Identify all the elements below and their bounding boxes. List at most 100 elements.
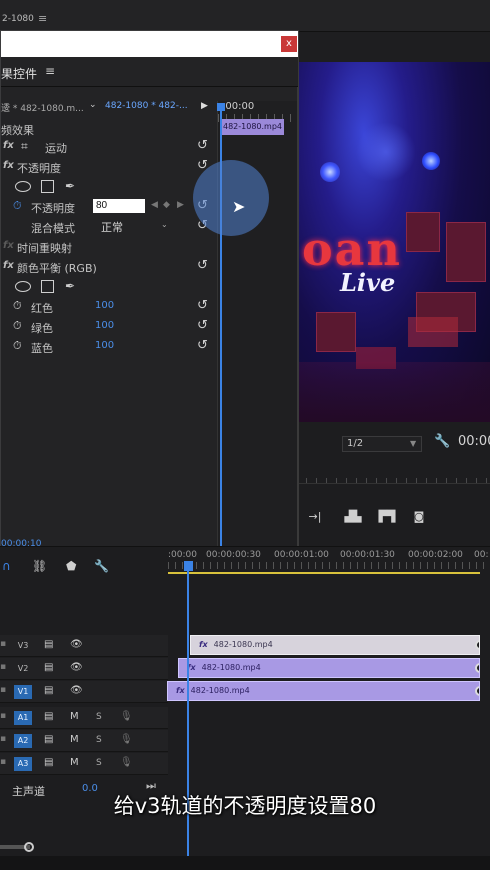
timeline-ruler[interactable]: :00:00 00:00:00:30 00:00:01:00 00:00:01:… [168, 547, 490, 569]
sync-lock-icon[interactable]: ▤ [44, 711, 53, 722]
fx-icon[interactable]: fx [3, 240, 14, 251]
effect-row-color-balance[interactable]: fx 颜色平衡 (RGB) ↺ [1, 257, 216, 277]
ellipse-mask-icon[interactable] [15, 181, 31, 192]
wrench-icon[interactable]: 🔧 [94, 559, 109, 573]
reset-icon[interactable]: ↺ [197, 338, 208, 353]
ec-clip-bar[interactable]: 482-1080.mp4 [220, 119, 284, 135]
ec-playhead-handle[interactable] [217, 103, 225, 111]
microphone-icon[interactable]: 🎙 [120, 757, 133, 768]
clip-label[interactable]: 482-1080 * 482-... [105, 101, 188, 111]
track-label[interactable]: A3 [14, 757, 32, 771]
lock-icon[interactable]: ▪ [0, 662, 6, 672]
red-value[interactable]: 100 [95, 300, 114, 311]
clip-v2[interactable]: fx 482-1080.mp4 [178, 658, 480, 678]
stopwatch-icon[interactable]: ⏱ [13, 339, 22, 353]
stage-floor [296, 362, 490, 422]
clip-end-handle[interactable] [475, 663, 479, 673]
add-marker-icon[interactable]: ⬟ [66, 559, 76, 573]
fx-icon[interactable]: fx [3, 160, 14, 171]
mute-button[interactable]: M [70, 757, 79, 768]
clip-v1[interactable]: fx 482-1080.mp4 [167, 681, 480, 701]
sync-lock-icon[interactable]: ▤ [44, 734, 53, 745]
stopwatch-icon[interactable]: ⏱ [13, 199, 22, 213]
wrench-icon[interactable]: 🔧 [434, 434, 450, 449]
microphone-icon[interactable]: 🎙 [120, 734, 133, 745]
blue-value[interactable]: 100 [95, 340, 114, 351]
mute-button[interactable]: M [70, 734, 79, 745]
snap-icon[interactable]: ∩ [2, 559, 11, 573]
rectangle-mask-icon[interactable] [41, 280, 54, 293]
ellipse-mask-icon[interactable] [15, 281, 31, 292]
lock-icon[interactable]: ▪ [0, 734, 6, 744]
stopwatch-icon[interactable]: ⏱ [13, 319, 22, 333]
step-forward-icon[interactable]: →| [306, 510, 324, 524]
clip-v3[interactable]: fx 482-1080.mp4 [190, 635, 480, 655]
lock-icon[interactable]: ▪ [0, 711, 6, 721]
prev-keyframe-icon[interactable]: ◀ [151, 200, 158, 210]
track-label[interactable]: A1 [14, 711, 32, 725]
rectangle-mask-icon[interactable] [41, 180, 54, 193]
track-label[interactable]: V2 [14, 662, 32, 676]
lock-icon[interactable]: ▪ [0, 639, 6, 649]
work-area-bar[interactable] [168, 572, 480, 574]
add-keyframe-icon[interactable]: ◆ [163, 200, 170, 210]
sync-lock-icon[interactable]: ▤ [44, 685, 53, 696]
next-keyframe-icon[interactable]: ▶ [177, 200, 184, 210]
solo-button[interactable]: S [96, 735, 102, 745]
solo-button[interactable]: S [96, 712, 102, 722]
scroll-knob[interactable] [24, 842, 34, 852]
lift-icon[interactable]: ▟▙ [344, 510, 362, 524]
linked-selection-icon[interactable]: ⛓ [32, 559, 47, 573]
close-button[interactable]: x [281, 36, 297, 52]
panel-menu-icon[interactable]: ≡ [45, 64, 55, 78]
window-titlebar[interactable] [1, 31, 298, 57]
program-mini-ruler[interactable] [296, 470, 490, 484]
reset-icon[interactable]: ↺ [197, 138, 208, 153]
sync-lock-icon[interactable]: ▤ [44, 757, 53, 768]
source-label[interactable]: 逶 * 482-1080.m... [1, 101, 84, 114]
eye-icon[interactable]: 👁 [70, 639, 83, 650]
sync-lock-icon[interactable]: ▤ [44, 639, 53, 650]
program-timecode[interactable]: 00:00 [458, 434, 490, 449]
pen-mask-icon[interactable]: ✒ [65, 179, 75, 193]
fx-icon[interactable]: fx [3, 260, 14, 271]
fx-icon[interactable]: fx [3, 140, 14, 151]
extract-icon[interactable]: ▛▜ [378, 510, 396, 524]
stopwatch-icon[interactable]: ⏱ [13, 299, 22, 313]
sync-lock-icon[interactable]: ▤ [44, 662, 53, 673]
reset-icon[interactable]: ↺ [197, 258, 208, 273]
effect-row-motion[interactable]: fx ⌗ 运动 ↺ [1, 137, 216, 157]
chevron-down-icon[interactable]: ▼ [410, 436, 416, 452]
timeline-playhead[interactable] [187, 561, 189, 870]
green-value[interactable]: 100 [95, 320, 114, 331]
solo-button[interactable]: S [96, 758, 102, 768]
timeline-scrollbar[interactable] [0, 842, 490, 852]
eye-icon[interactable]: 👁 [70, 685, 83, 696]
track-label[interactable]: A2 [14, 734, 32, 748]
effect-row-time-remap[interactable]: fx 时间重映射 [1, 237, 216, 257]
track-label[interactable]: V3 [14, 639, 32, 653]
reset-icon[interactable]: ↺ [197, 318, 208, 333]
clip-end-handle[interactable] [475, 686, 479, 696]
ruler-label: :00:00 [168, 550, 197, 560]
timeline-playhead-handle[interactable] [184, 561, 193, 571]
tab-menu-icon[interactable]: ≡ [38, 12, 47, 25]
chevron-down-icon[interactable]: ⌄ [161, 220, 168, 229]
panel-title[interactable]: 果控件 [1, 65, 37, 82]
pen-mask-icon[interactable]: ✒ [65, 279, 75, 293]
lock-icon[interactable]: ▪ [0, 757, 6, 767]
eye-icon[interactable]: 👁 [70, 662, 83, 673]
opacity-value-input[interactable] [93, 199, 145, 213]
track-label[interactable]: V1 [14, 685, 32, 699]
sequence-tab-title[interactable]: 2-1080 [2, 14, 34, 24]
reset-icon[interactable]: ↺ [197, 298, 208, 313]
lock-icon[interactable]: ▪ [0, 685, 6, 695]
mute-button[interactable]: M [70, 711, 79, 722]
transform-icon[interactable]: ⌗ [21, 139, 28, 154]
play-icon[interactable]: ▶ [201, 101, 208, 111]
microphone-icon[interactable]: 🎙 [120, 711, 133, 722]
clip-end-handle[interactable] [475, 640, 479, 650]
effect-row-opacity[interactable]: fx 不透明度 ↺ [1, 157, 216, 177]
camera-icon[interactable]: ◙ [410, 510, 428, 524]
chevron-down-icon[interactable]: ⌄ [89, 100, 97, 110]
